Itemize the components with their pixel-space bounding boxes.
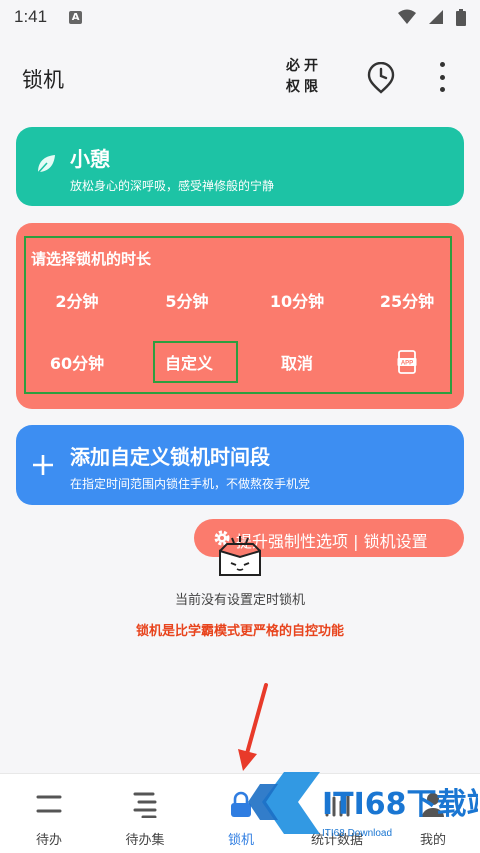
must-permission-line2: 权限	[286, 79, 322, 95]
wifi-icon	[398, 9, 416, 24]
status-right	[398, 8, 466, 26]
option-10-min[interactable]: 10分钟	[249, 287, 345, 317]
settings-label: 提升强制性选项 | 锁机设置	[236, 532, 428, 551]
more-dot	[439, 87, 445, 92]
rest-subtitle: 放松身心的深呼吸，感受禅修般的宁静	[70, 179, 275, 193]
option-2-min[interactable]: 2分钟	[29, 287, 125, 317]
todo-collection-icon	[133, 792, 157, 818]
option-5-min[interactable]: 5分钟	[139, 287, 235, 317]
add-card-title: 添加自定义锁机时间段	[70, 445, 270, 469]
lock-hint: 锁机是比学霸模式更严格的自控功能	[135, 624, 344, 639]
status-bar: 1:41 A	[0, 0, 480, 34]
leaf-icon	[36, 155, 55, 175]
must-permission-button[interactable]: 必开 权限	[286, 56, 330, 98]
nav-item-todo[interactable]: 待办	[1, 774, 97, 853]
watermark-logo: ITI68下载站 ITI68 Download	[248, 772, 478, 839]
duration-card: 请选择锁机的时长 2分钟 5分钟 10分钟 25分钟 60分钟 自定义 取消 A…	[16, 223, 464, 409]
watermark-brand: ITI68下载站	[322, 787, 478, 822]
option-custom[interactable]: 自定义	[141, 349, 237, 379]
must-permission-line1: 必开	[286, 58, 322, 74]
rest-title: 小憩	[70, 147, 110, 171]
page-title: 锁机	[22, 68, 64, 92]
nav-label-todo: 待办	[35, 833, 62, 848]
duration-title: 请选择锁机的时长	[31, 250, 152, 268]
empty-message: 当前没有设置定时锁机	[174, 593, 305, 608]
empty-box-icon	[219, 536, 261, 576]
more-icon[interactable]	[432, 62, 452, 92]
watermark-sub: ITI68 Download	[322, 828, 392, 839]
notification-icon: A	[69, 10, 83, 24]
status-time: 1:41	[14, 7, 48, 26]
rest-card[interactable]: 小憩 放松身心的深呼吸，感受禅修般的宁静	[16, 127, 464, 206]
add-time-range-card[interactable]: 添加自定义锁机时间段 在指定时间范围内锁住手机，不做熬夜手机党	[16, 425, 464, 505]
option-60-min[interactable]: 60分钟	[29, 349, 125, 379]
clock-icon[interactable]	[366, 62, 396, 94]
app-icon-text: APP	[401, 361, 413, 367]
nav-item-todo-collection[interactable]: 待办集	[97, 774, 193, 853]
todo-icon	[36, 795, 62, 813]
nav-label-todo-collection: 待办集	[125, 833, 165, 848]
app-icon[interactable]: APP	[397, 350, 417, 374]
add-card-subtitle: 在指定时间范围内锁住手机，不做熬夜手机党	[70, 477, 311, 491]
more-dot	[439, 62, 445, 67]
signal-icon	[429, 10, 443, 24]
more-dot	[439, 74, 445, 80]
battery-icon	[456, 8, 466, 26]
plus-icon	[33, 455, 53, 475]
option-cancel[interactable]: 取消	[249, 349, 345, 379]
option-25-min[interactable]: 25分钟	[359, 287, 455, 317]
